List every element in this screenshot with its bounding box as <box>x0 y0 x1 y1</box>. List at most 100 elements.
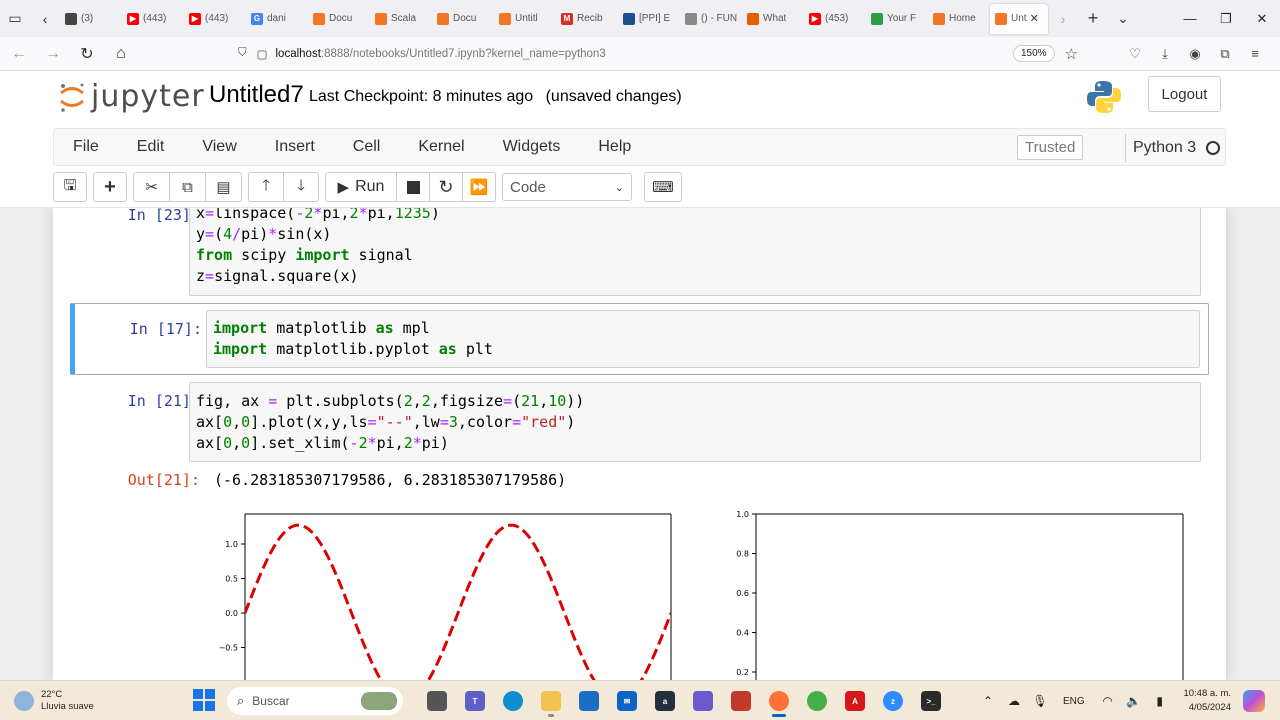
browser-tab[interactable]: Gdani <box>246 4 308 34</box>
trusted-badge[interactable]: Trusted <box>1017 135 1084 160</box>
amazon-icon[interactable]: a <box>646 687 684 715</box>
language-indicator[interactable]: ENG <box>1063 696 1085 707</box>
browser-tab[interactable]: What <box>742 4 804 34</box>
pocket-icon[interactable]: ♡ <box>1124 43 1146 65</box>
tab-favicon-icon <box>933 12 945 25</box>
browser-tab[interactable]: Docu <box>432 4 494 34</box>
terminal-icon[interactable]: >_ <box>912 687 950 715</box>
weather-widget[interactable]: 22°C Lluvia suave <box>14 689 94 713</box>
menu-file[interactable]: File <box>54 138 118 156</box>
logout-button[interactable]: Logout <box>1148 76 1221 112</box>
store-icon[interactable] <box>570 687 608 715</box>
command-palette-button[interactable]: ⌨ <box>644 172 682 202</box>
save-button[interactable]: 🖫 <box>53 172 87 202</box>
move-down-button[interactable]: 🡓 <box>283 172 319 202</box>
browser-tab[interactable]: (3) <box>60 4 122 34</box>
browser-tab[interactable]: () - FUNDA <box>680 4 742 34</box>
tab-overview-icon[interactable]: ▭ <box>0 4 30 34</box>
browser-tab[interactable]: Home <box>928 4 990 34</box>
y-tick-label: 1.0 <box>736 510 749 519</box>
firefox-icon[interactable] <box>760 687 798 717</box>
cut-button[interactable]: ✂ <box>133 172 170 202</box>
scroll-tabs-right-icon[interactable]: › <box>1048 4 1078 34</box>
menu-edit[interactable]: Edit <box>118 138 184 156</box>
shield-icon[interactable]: ⛉ <box>238 47 247 60</box>
windows-start-icon[interactable] <box>193 689 215 711</box>
volume-icon[interactable]: 🔈 <box>1121 694 1147 708</box>
browser-tab[interactable]: Docu <box>308 4 370 34</box>
interrupt-button[interactable] <box>396 172 430 202</box>
notebook-scroll-area[interactable]: In [23]: x=linspace(-2*pi,2*pi,1235) y=(… <box>0 208 1280 680</box>
tab-title: Untitl <box>515 13 538 24</box>
code-editor[interactable]: x=linspace(-2*pi,2*pi,1235) y=(4/pi)*sin… <box>189 208 1201 296</box>
app-hex-icon[interactable] <box>684 687 722 715</box>
notebook-name[interactable]: Untitled7 <box>209 81 304 109</box>
copy-button[interactable]: ⧉ <box>169 172 206 202</box>
home-icon[interactable]: ⌂ <box>106 39 136 69</box>
reload-icon[interactable]: ↻ <box>72 39 102 69</box>
clock[interactable]: 10:48 a. m. 4/05/2024 <box>1157 687 1231 715</box>
code-editor[interactable]: fig, ax = plt.subplots(2,2,figsize=(21,1… <box>189 382 1201 462</box>
acrobat-icon[interactable]: A <box>836 687 874 715</box>
anaconda-icon[interactable] <box>798 687 836 715</box>
zoom-indicator[interactable]: 150% <box>1012 45 1055 62</box>
new-tab-icon[interactable]: + <box>1078 4 1108 34</box>
forward-icon[interactable]: → <box>38 39 68 69</box>
minimize-icon[interactable]: — <box>1172 0 1208 37</box>
code-cell-selected[interactable]: In [17]: import matplotlib as mpl import… <box>70 303 1209 375</box>
menu-cell[interactable]: Cell <box>334 138 400 156</box>
taskbar-search[interactable]: ⌕ Buscar <box>227 687 403 715</box>
browser-tab[interactable]: Your F <box>866 4 928 34</box>
mail-icon[interactable]: ✉ <box>608 687 646 715</box>
copilot-icon[interactable] <box>1243 690 1265 712</box>
wifi-icon[interactable]: ◠ <box>1095 694 1121 708</box>
file-explorer-icon[interactable] <box>532 687 570 717</box>
browser-tab[interactable]: ▶ (443) <box>184 4 246 34</box>
tab-list-chevron-icon[interactable]: ⌄ <box>1108 4 1138 34</box>
run-button[interactable]: ▶ Run <box>325 172 397 202</box>
edge-icon[interactable] <box>494 687 532 715</box>
onedrive-icon[interactable]: ☁ <box>1001 694 1027 708</box>
page-info-icon[interactable]: ▢ <box>257 47 268 61</box>
y-tick-label: 0.2 <box>736 668 749 677</box>
extensions-icon[interactable]: ⧉ <box>1214 43 1236 65</box>
browser-tab[interactable]: Scala <box>370 4 432 34</box>
move-up-button[interactable]: 🡑 <box>248 172 284 202</box>
insert-cell-button[interactable]: + <box>93 172 127 202</box>
code-editor[interactable]: import matplotlib as mpl import matplotl… <box>206 310 1200 368</box>
menu-view[interactable]: View <box>183 138 255 156</box>
cell-type-select[interactable]: Code ⌄ <box>502 173 632 201</box>
paste-button[interactable]: ▤ <box>205 172 242 202</box>
browser-tab[interactable]: ▶ (443) <box>122 4 184 34</box>
microphone-icon[interactable]: 🎙 <box>1027 694 1053 708</box>
menu-insert[interactable]: Insert <box>256 138 334 156</box>
account-icon[interactable]: ◉ <box>1184 43 1206 65</box>
restart-run-all-button[interactable]: ⏩ <box>462 172 496 202</box>
downloads-icon[interactable]: ⤓ <box>1154 43 1176 65</box>
code-cell[interactable]: In [23]: x=linspace(-2*pi,2*pi,1235) y=(… <box>70 208 1209 296</box>
jupyter-logo[interactable]: jupyter <box>57 79 205 114</box>
menu-widgets[interactable]: Widgets <box>484 138 580 156</box>
app-menu-icon[interactable]: ≡ <box>1244 43 1266 65</box>
zoom-icon[interactable]: z <box>874 687 912 715</box>
menu-kernel[interactable]: Kernel <box>399 138 483 156</box>
browser-tab[interactable]: ▶ (453) <box>804 4 866 34</box>
restart-button[interactable]: ↻ <box>429 172 463 202</box>
task-view-icon[interactable] <box>418 687 456 715</box>
browser-tab[interactable]: Untitl <box>494 4 556 34</box>
browser-tab[interactable]: M Recib <box>556 4 618 34</box>
snipping-tool-icon[interactable] <box>722 687 760 715</box>
restore-icon[interactable]: ❐ <box>1208 0 1244 37</box>
menu-help[interactable]: Help <box>579 138 650 156</box>
close-window-icon[interactable]: ✕ <box>1244 0 1280 37</box>
scroll-tabs-left-icon[interactable]: ‹ <box>30 4 60 34</box>
browser-tab[interactable]: [PPI] E <box>618 4 680 34</box>
browser-tab[interactable]: Unt ✕ <box>990 3 1048 34</box>
back-icon[interactable]: ← <box>4 39 34 69</box>
url-bar[interactable]: ⛉ ▢ localhost:8888/notebooks/Untitled7.i… <box>238 40 1078 68</box>
teams-icon[interactable]: T <box>456 687 494 715</box>
bookmark-star-icon[interactable]: ☆ <box>1065 45 1078 63</box>
tab-favicon-icon: ▶ <box>127 12 139 25</box>
close-tab-icon[interactable]: ✕ <box>1030 12 1039 25</box>
chevron-up-icon[interactable]: ⌃ <box>975 694 1001 708</box>
